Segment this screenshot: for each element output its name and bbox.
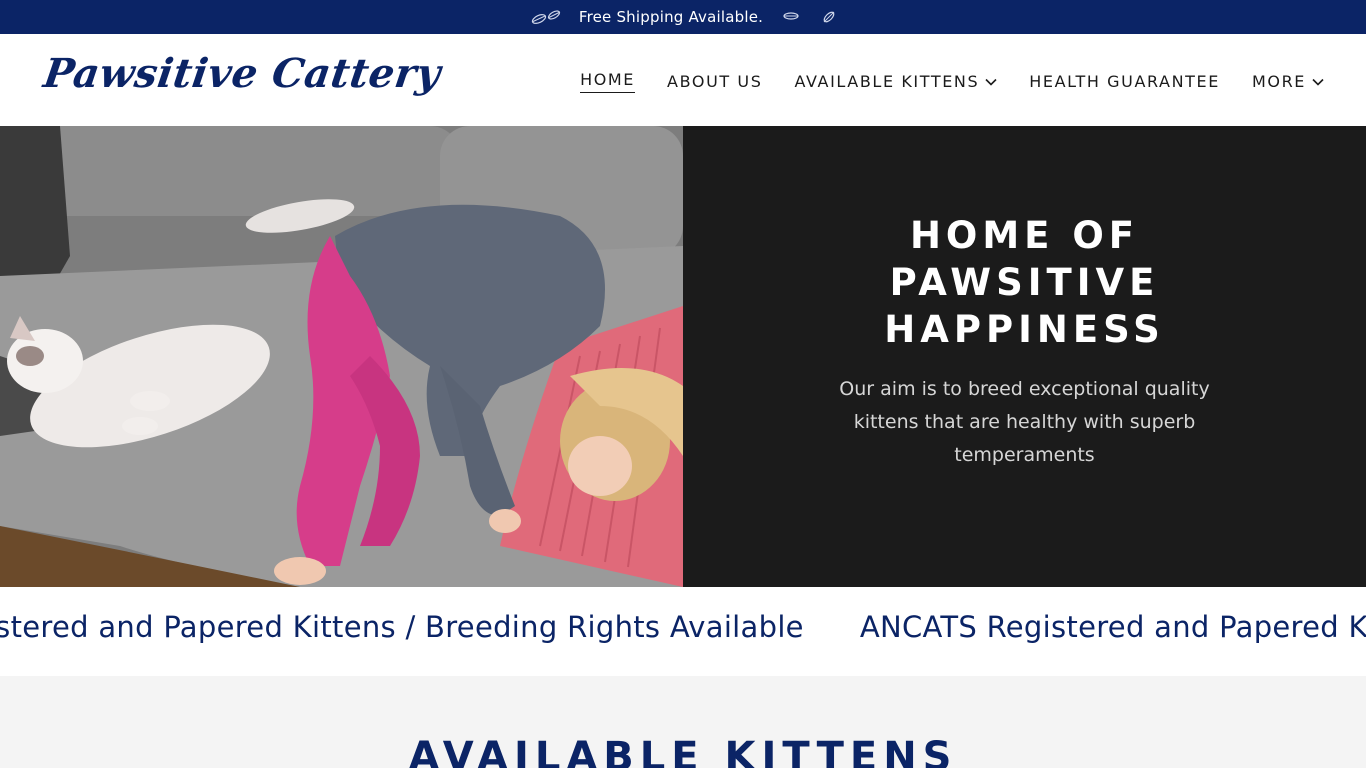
announcement-text: Free Shipping Available. [578, 8, 764, 26]
site-logo[interactable]: Pawsitive Cattery [41, 50, 444, 97]
leaf-icon [781, 10, 801, 24]
site-header: Pawsitive Cattery HOME ABOUT US AVAILABL… [0, 34, 1366, 126]
hero-subtitle: Our aim is to breed exceptional quality … [839, 377, 1210, 466]
banner-item: ANCATS Registered and Papered Kittens / … [0, 610, 804, 644]
main-nav: HOME ABOUT US AVAILABLE KITTENS HEALTH G… [580, 70, 1324, 93]
chevron-down-icon [985, 78, 997, 86]
hero-text-panel: HOME OF PAWSITIVE HAPPINESS Our aim is t… [683, 126, 1366, 587]
nav-more-label: MORE [1251, 72, 1306, 91]
nav-about-us-label: ABOUT US [667, 72, 763, 91]
nav-health-guarantee-label: HEALTH GUARANTEE [1029, 72, 1220, 91]
leaf-icon [821, 9, 837, 25]
scrolling-banner: ANCATS Registered and Papered Kittens / … [0, 587, 1366, 676]
banner-item: ANCATS Registered and Papered Kittens / … [859, 610, 1366, 644]
nav-home[interactable]: HOME [580, 70, 636, 93]
scrolling-banner-track: ANCATS Registered and Papered Kittens / … [0, 610, 1366, 644]
hero-section: HOME OF PAWSITIVE HAPPINESS Our aim is t… [0, 126, 1366, 587]
nav-more[interactable]: MORE [1252, 72, 1324, 91]
section-title: AVAILABLE KITTENS [408, 734, 958, 768]
nav-available-kittens[interactable]: AVAILABLE KITTENS [795, 72, 998, 91]
hero-photo [0, 126, 683, 587]
chevron-down-icon [1312, 78, 1324, 86]
hero-title: HOME OF PAWSITIVE HAPPINESS [884, 213, 1165, 351]
nav-health-guarantee[interactable]: HEALTH GUARANTEE [1029, 72, 1220, 91]
nav-home-label: HOME [580, 70, 636, 93]
announcement-bar: Free Shipping Available. [0, 0, 1366, 34]
nav-available-kittens-label: AVAILABLE KITTENS [794, 72, 980, 91]
leaf-icon [529, 8, 563, 26]
available-kittens-section: AVAILABLE KITTENS [0, 676, 1366, 768]
nav-about-us[interactable]: ABOUT US [667, 72, 762, 91]
